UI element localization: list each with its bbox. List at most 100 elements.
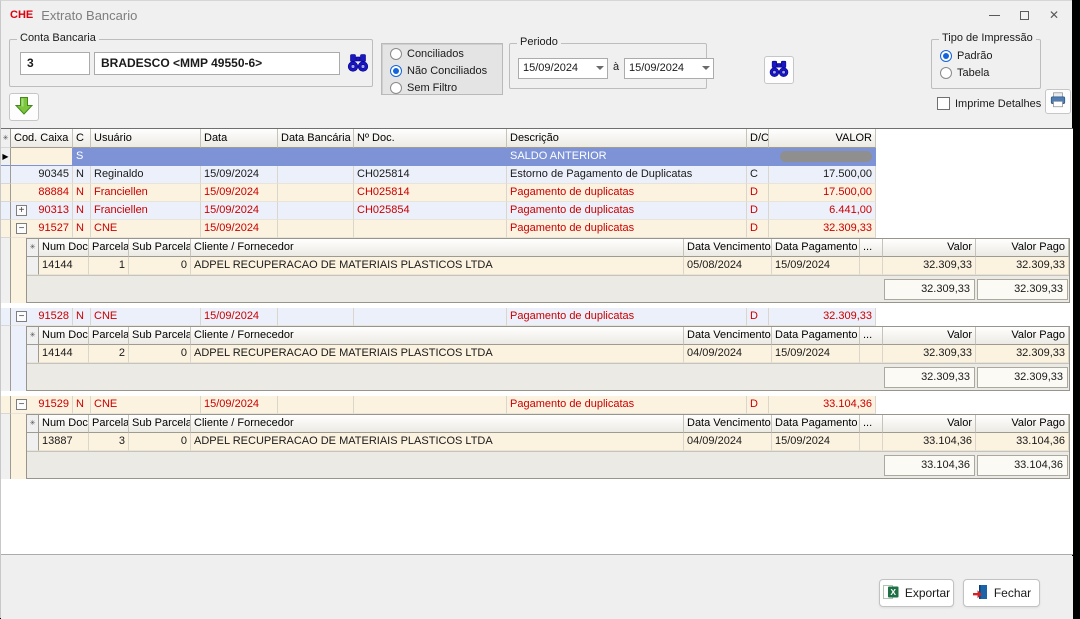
column-header-data-banc-ria[interactable]: Data Bancária: [278, 129, 354, 148]
radio-icon[interactable]: [940, 50, 952, 62]
detail-indent-strip: [11, 238, 26, 303]
detail-column-header-4[interactable]: Cliente / Fornecedor: [191, 415, 684, 433]
collapse-icon[interactable]: −: [16, 399, 27, 410]
detail-column-header-2[interactable]: Parcela: [89, 327, 129, 345]
detail-cell-4: ADPEL RECUPERACAO DE MATERIAIS PLASTICOS…: [191, 433, 684, 451]
detail-column-header-9[interactable]: Valor Pago: [976, 239, 1069, 257]
detail-row[interactable]: 1414410ADPEL RECUPERACAO DE MATERIAIS PL…: [27, 257, 1069, 275]
column-header-d-c[interactable]: D/C: [747, 129, 769, 148]
detail-column-header-6[interactable]: Data Pagamento: [772, 327, 860, 345]
footer-bar: X Exportar Fechar: [1, 556, 1073, 619]
column-header-valor[interactable]: VALOR: [769, 129, 876, 148]
master-row[interactable]: 90345NReginaldo15/09/2024CH025814Estorno…: [1, 166, 876, 184]
master-row[interactable]: −91527NCNE15/09/2024Pagamento de duplica…: [1, 220, 876, 238]
detail-grid: ✳Num DocParcelaSub ParcelaCliente / Forn…: [26, 414, 1070, 479]
detail-column-header-5[interactable]: Data Vencimento: [684, 239, 772, 257]
detail-column-header-8[interactable]: Valor: [883, 327, 976, 345]
cell-doc: CH025854: [354, 202, 507, 220]
radio-conciliacao-1[interactable]: Não Conciliados: [390, 64, 502, 78]
detail-cell-2: 2: [89, 345, 129, 363]
master-row[interactable]: −91529NCNE15/09/2024Pagamento de duplica…: [1, 396, 876, 414]
detail-column-header-7[interactable]: ...: [860, 327, 883, 345]
periodo-label: Periodo: [517, 36, 561, 48]
detail-column-header-2[interactable]: Parcela: [89, 239, 129, 257]
cell-dc: D: [747, 202, 769, 220]
conta-banco-input[interactable]: BRADESCO <MMP 49550-6>: [94, 52, 340, 75]
conta-codigo-input[interactable]: 3: [20, 52, 90, 75]
cell-cod: −91528: [11, 308, 73, 326]
column-header-data[interactable]: Data: [201, 129, 278, 148]
detail-column-header-3[interactable]: Sub Parcela: [129, 239, 191, 257]
radio-icon[interactable]: [390, 82, 402, 94]
row-gutter: ▶: [1, 148, 11, 166]
column-header-c[interactable]: C: [73, 129, 91, 148]
row-gutter: [1, 202, 11, 220]
detail-column-header-4[interactable]: Cliente / Fornecedor: [191, 239, 684, 257]
imprime-detalhes-checkbox[interactable]: [937, 97, 950, 110]
detail-cell-0: [27, 433, 39, 451]
radio-icon[interactable]: [390, 65, 402, 77]
detail-cell-8: 32.309,33: [883, 345, 976, 363]
radio-conciliacao-0[interactable]: Conciliados: [390, 47, 502, 61]
exportar-button[interactable]: X Exportar: [879, 579, 954, 607]
cell-data_bancaria: [278, 166, 354, 184]
detail-column-header-8[interactable]: Valor: [883, 239, 976, 257]
master-row[interactable]: 88884NFranciellen15/09/2024CH025814Pagam…: [1, 184, 876, 202]
periodo-groupbox: Periodo 15/09/2024 à 15/09/2024: [509, 43, 707, 89]
carregar-button[interactable]: [9, 93, 39, 121]
column-header-usu-rio[interactable]: Usuário: [91, 129, 201, 148]
column-header-cod-caixa[interactable]: Cod. Caixa: [11, 129, 73, 148]
detail-row[interactable]: 1414420ADPEL RECUPERACAO DE MATERIAIS PL…: [27, 345, 1069, 363]
data-final-combobox[interactable]: 15/09/2024: [624, 58, 714, 79]
cell-doc: [354, 308, 507, 326]
detail-column-header-1[interactable]: Num Doc: [39, 327, 89, 345]
detail-column-header-8[interactable]: Valor: [883, 415, 976, 433]
radio-tipo-impressao-0[interactable]: Padrão: [940, 49, 1040, 63]
radio-icon[interactable]: [390, 48, 402, 60]
cell-c: N: [73, 220, 91, 238]
imprimir-button[interactable]: [1045, 89, 1071, 114]
exportar-label: Exportar: [905, 586, 950, 600]
fechar-button[interactable]: Fechar: [963, 579, 1040, 607]
cell-data: [201, 148, 278, 166]
detail-column-header-9[interactable]: Valor Pago: [976, 327, 1069, 345]
cell-usuario: Franciellen: [91, 202, 201, 220]
radio-tipo-impressao-label: Tabela: [957, 67, 989, 79]
cell-doc: [354, 220, 507, 238]
radio-tipo-impressao-1[interactable]: Tabela: [940, 66, 1040, 80]
radio-conciliacao-2[interactable]: Sem Filtro: [390, 81, 502, 95]
detail-column-header-7[interactable]: ...: [860, 415, 883, 433]
master-row[interactable]: ▶SSALDO ANTERIOR: [1, 148, 876, 166]
search-conta-binoculars-icon[interactable]: [346, 51, 370, 78]
detail-column-header-5[interactable]: Data Vencimento: [684, 415, 772, 433]
master-row[interactable]: −91528NCNE15/09/2024Pagamento de duplica…: [1, 308, 876, 326]
cell-data: 15/09/2024: [201, 396, 278, 414]
detail-column-header-1[interactable]: Num Doc: [39, 239, 89, 257]
pesquisar-button[interactable]: [764, 56, 794, 84]
detail-column-header-6[interactable]: Data Pagamento: [772, 239, 860, 257]
detail-column-header-7[interactable]: ...: [860, 239, 883, 257]
expand-icon[interactable]: +: [16, 205, 27, 216]
column-header-n-doc-[interactable]: Nº Doc.: [354, 129, 507, 148]
chevron-down-icon[interactable]: [702, 66, 710, 70]
detail-cell-1: 14144: [39, 345, 89, 363]
detail-row[interactable]: 1388730ADPEL RECUPERACAO DE MATERIAIS PL…: [27, 433, 1069, 451]
column-header-descri-o[interactable]: Descrição: [507, 129, 747, 148]
detail-column-header-4[interactable]: Cliente / Fornecedor: [191, 327, 684, 345]
collapse-icon[interactable]: −: [16, 223, 27, 234]
collapse-icon[interactable]: −: [16, 311, 27, 322]
radio-conciliacao-label: Sem Filtro: [407, 82, 457, 94]
detail-cell-6: 15/09/2024: [772, 257, 860, 275]
detail-column-header-5[interactable]: Data Vencimento: [684, 327, 772, 345]
radio-icon[interactable]: [940, 67, 952, 79]
chevron-down-icon[interactable]: [596, 66, 604, 70]
detail-column-header-6[interactable]: Data Pagamento: [772, 415, 860, 433]
detail-column-header-9[interactable]: Valor Pago: [976, 415, 1069, 433]
master-row[interactable]: +90313NFranciellen15/09/2024CH025854Paga…: [1, 202, 876, 220]
detail-column-header-1[interactable]: Num Doc: [39, 415, 89, 433]
detail-column-header-3[interactable]: Sub Parcela: [129, 327, 191, 345]
detail-column-header-2[interactable]: Parcela: [89, 415, 129, 433]
detail-column-header-3[interactable]: Sub Parcela: [129, 415, 191, 433]
detail-indent-strip: [11, 414, 26, 479]
data-inicial-combobox[interactable]: 15/09/2024: [518, 58, 608, 79]
